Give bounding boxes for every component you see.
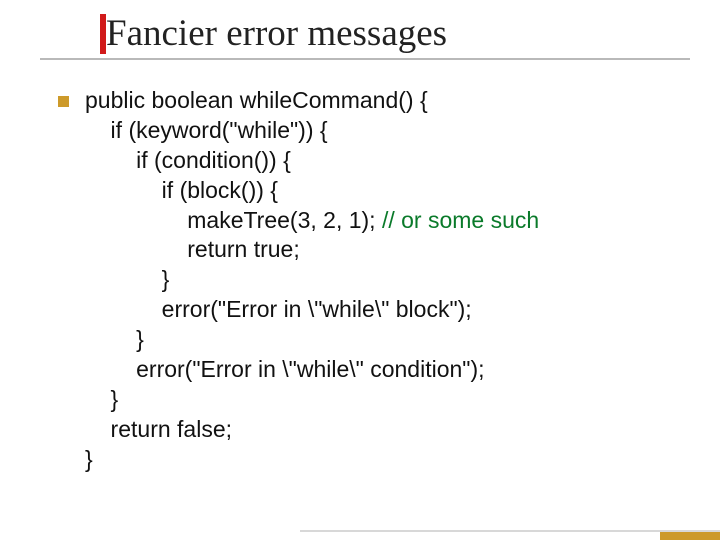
slide-title: Fancier error messages (106, 15, 447, 54)
slide-body: public boolean whileCommand() { if (keyw… (40, 60, 690, 475)
code-line: if (keyword("while")) { (85, 117, 328, 143)
code-line: makeTree(3, 2, 1); (85, 207, 376, 233)
bullet-row: public boolean whileCommand() { if (keyw… (58, 86, 690, 475)
code-block: public boolean whileCommand() { if (keyw… (85, 86, 539, 475)
code-line: if (block()) { (85, 177, 278, 203)
title-row: Fancier error messages (40, 14, 690, 54)
footer-accent-bar (660, 532, 720, 540)
code-line: return false; (85, 416, 232, 442)
code-line: } (85, 266, 169, 292)
square-bullet-icon (58, 96, 69, 107)
code-comment: // or some such (376, 207, 540, 233)
code-line: } (85, 326, 144, 352)
code-line: error("Error in \"while\" condition"); (85, 356, 485, 382)
code-line: public boolean whileCommand() { (85, 87, 428, 113)
code-line: error("Error in \"while\" block"); (85, 296, 472, 322)
code-line: return true; (85, 236, 300, 262)
footer-divider (300, 530, 720, 532)
code-line: } (85, 446, 93, 472)
slide: Fancier error messages public boolean wh… (0, 0, 720, 540)
code-line: } (85, 386, 118, 412)
code-line: if (condition()) { (85, 147, 291, 173)
